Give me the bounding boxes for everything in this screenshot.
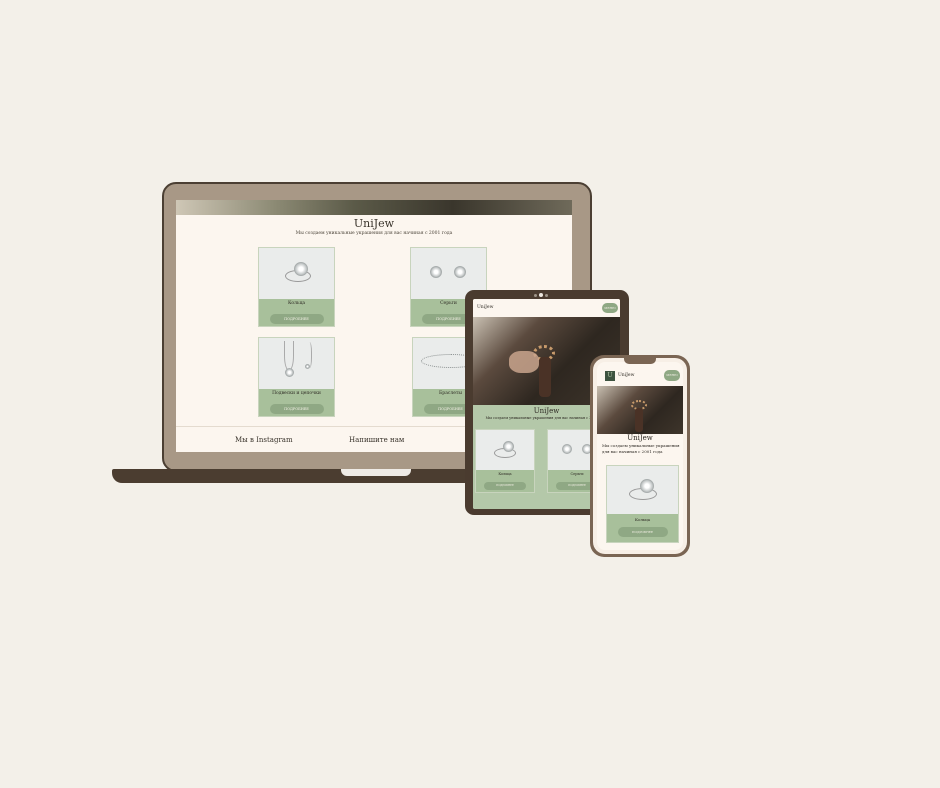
phone-notch bbox=[624, 358, 656, 364]
site-title: UniJew bbox=[627, 434, 653, 442]
ring-photo bbox=[607, 466, 678, 514]
contact-link[interactable]: Напишите нам bbox=[349, 436, 404, 444]
pendant-photo bbox=[259, 338, 334, 389]
product-card-pendants[interactable]: Подвески и цепочки ПОДРОБНЕЕ bbox=[258, 337, 335, 417]
product-card-rings[interactable]: Кольца ПОДРОБНЕЕ bbox=[606, 465, 679, 543]
product-name: Подвески и цепочки bbox=[272, 391, 321, 396]
ring-photo bbox=[259, 248, 334, 299]
slide-dot[interactable] bbox=[545, 294, 548, 297]
product-card-rings[interactable]: Кольца ПОДРОБНЕЕ bbox=[475, 429, 535, 493]
details-button[interactable]: ПОДРОБНЕЕ bbox=[617, 527, 668, 537]
menu-button[interactable]: МЕНЮ bbox=[664, 370, 680, 381]
site-tagline: Мы создаем уникальные украшения для вас … bbox=[602, 443, 680, 454]
slide-dot-active[interactable] bbox=[539, 293, 543, 297]
phone-brand[interactable]: UniJew bbox=[618, 373, 634, 378]
product-name: Кольца bbox=[287, 301, 306, 306]
logo-icon[interactable]: U bbox=[605, 371, 615, 381]
details-button[interactable]: ПОДРОБНЕЕ bbox=[269, 314, 324, 324]
site-tagline: Мы создаем уникальные украшения для вас … bbox=[295, 231, 453, 236]
tablet-brand[interactable]: UniJew bbox=[477, 305, 493, 310]
tablet-navbar bbox=[473, 299, 620, 317]
site-title: UniJew bbox=[353, 217, 395, 230]
laptop-notch bbox=[341, 469, 411, 476]
phone-screen: U UniJew МЕНЮ UniJew Мы создаем уникальн… bbox=[597, 362, 683, 550]
slide-dot[interactable] bbox=[534, 294, 537, 297]
product-card-rings[interactable]: Кольца ПОДРОБНЕЕ bbox=[258, 247, 335, 327]
instagram-link[interactable]: Мы в Instagram bbox=[235, 436, 293, 444]
product-name: Кольца bbox=[498, 472, 512, 476]
details-button[interactable]: ПОДРОБНЕЕ bbox=[269, 404, 324, 414]
product-name: Кольца bbox=[634, 517, 651, 522]
menu-button[interactable]: МЕНЮ bbox=[602, 303, 618, 313]
hero-image bbox=[176, 200, 572, 215]
ring-photo bbox=[476, 430, 534, 470]
hero-image bbox=[597, 386, 683, 434]
details-button[interactable]: ПОДРОБНЕЕ bbox=[484, 482, 526, 490]
